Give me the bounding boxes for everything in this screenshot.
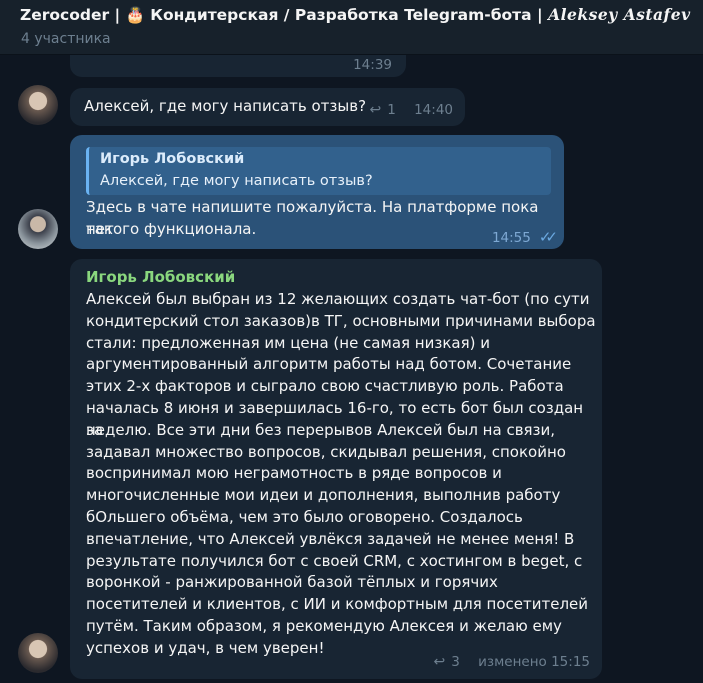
message-bubble[interactable]: Игорь Лобовский Алексей, где могу написа… bbox=[70, 135, 564, 249]
message-bubble[interactable]: 👏✨ 14:39 bbox=[70, 55, 406, 77]
message-text-line: многочисленные мои идеи и дополнения, вы… bbox=[86, 486, 561, 505]
message-text-line: результате получился бот с своей CRM, с … bbox=[86, 551, 583, 570]
reply-arrow-icon[interactable]: ↩ bbox=[369, 100, 381, 122]
message-text-line: успехов и удач, в чем уверен! bbox=[86, 638, 325, 657]
chat-title: Zerocoder | 🎂 Кондитерская / Разработка … bbox=[20, 5, 691, 24]
message-time: 14:39 bbox=[353, 57, 392, 73]
telegram-window: Zerocoder | 🎂 Кондитерская / Разработка … bbox=[0, 0, 703, 683]
message-time: изменено 15:15 bbox=[478, 654, 590, 670]
quote-text: Алексей, где могу написать отзыв? bbox=[100, 173, 373, 189]
signature: Aleksey Astafev bbox=[548, 5, 691, 24]
message-text-line: стали: предложенная им цена (не самая ни… bbox=[86, 333, 490, 352]
message-text-line: этих 2-х факторов и сыграло свою счастли… bbox=[86, 377, 564, 396]
message-text-line: впечатление, что Алексей увлёкся задачей… bbox=[86, 529, 575, 548]
message-text-line: бОльшего объёма, чем это было оговорено.… bbox=[86, 508, 523, 526]
message-text-line: задавал множество вопросов, скидывал реш… bbox=[86, 442, 566, 461]
message-text: Алексей, где могу написать отзыв? bbox=[84, 97, 367, 115]
message-text-line: такого функционала. bbox=[86, 220, 257, 238]
avatar[interactable] bbox=[18, 85, 58, 125]
reply-quote[interactable]: Игорь Лобовский Алексей, где могу написа… bbox=[86, 147, 551, 195]
message-text-line: воспринимал мою неграмотность в ряде воп… bbox=[86, 464, 502, 483]
message-author[interactable]: Игорь Лобовский bbox=[86, 267, 235, 289]
message-text-line: воронкой - ранжированной базой тёплых и … bbox=[86, 573, 498, 592]
member-count: 4 участника bbox=[21, 31, 111, 47]
reply-count[interactable]: 1 bbox=[387, 102, 396, 118]
message-list[interactable]: 👏✨ 14:39 Алексей, где могу написать отзы… bbox=[0, 55, 703, 683]
double-check-icon: ✓✓ bbox=[538, 228, 558, 246]
message-meta: ↩ 3 изменено 15:15 bbox=[434, 652, 590, 674]
message-text-line: неделю. Все эти дни без перерывов Алексе… bbox=[86, 420, 556, 439]
message-text-line: посетителей и клиентов, с ИИ и комфортны… bbox=[86, 595, 589, 614]
reply-count[interactable]: 3 bbox=[451, 654, 460, 670]
message-time: 14:55 bbox=[491, 230, 531, 246]
message-meta: 14:55 ✓✓ bbox=[491, 227, 558, 250]
message-text-line: путём. Таким образом, я рекомендую Алекс… bbox=[86, 617, 562, 635]
message-text-line: аргументированный алгоритм работы над бо… bbox=[86, 355, 572, 374]
message-meta: ↩ 1 14:40 bbox=[369, 100, 453, 122]
reply-arrow-icon[interactable]: ↩ bbox=[434, 652, 446, 674]
message-bubble[interactable]: Алексей, где могу написать отзыв? ↩ 1 14:… bbox=[70, 88, 465, 126]
message-time: 14:40 bbox=[414, 102, 453, 118]
message-text-line: кондитерский стол заказов)в ТГ, основным… bbox=[86, 311, 596, 330]
chat-header[interactable]: Zerocoder | 🎂 Кондитерская / Разработка … bbox=[0, 0, 703, 55]
message-text-line: Алексей был выбран из 12 желающих создат… bbox=[86, 290, 590, 308]
avatar[interactable] bbox=[18, 209, 58, 249]
quote-author: Игорь Лобовский bbox=[100, 151, 245, 167]
message-bubble[interactable]: Игорь Лобовский Алексей был выбран из 12… bbox=[70, 259, 602, 679]
avatar[interactable] bbox=[18, 633, 58, 673]
